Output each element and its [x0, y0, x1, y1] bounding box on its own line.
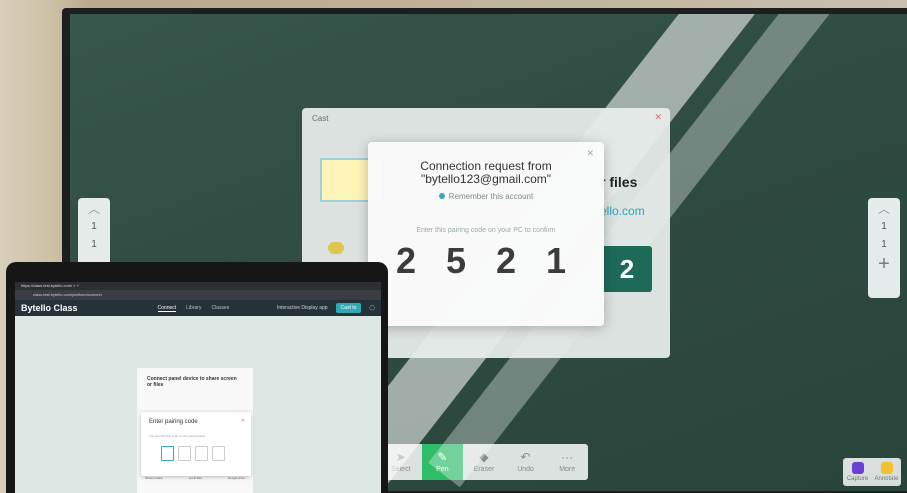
remember-account-toggle[interactable]: Remember this account — [368, 192, 604, 201]
nav-classes[interactable]: Classes — [211, 305, 229, 311]
pairing-instruction: Enter this pairing code on your PC to co… — [416, 227, 556, 234]
eraser-icon: ◆ — [479, 450, 489, 464]
cast-code-tile: 2 — [602, 246, 652, 292]
nav-library[interactable]: Library — [186, 305, 201, 311]
close-icon[interactable]: ✕ — [241, 418, 245, 424]
requester-email: "bytello123@gmail.com" — [420, 172, 552, 186]
code-digit-input[interactable] — [178, 446, 191, 461]
nav-connect[interactable]: Connect — [157, 305, 177, 312]
code-digit-input[interactable] — [161, 446, 174, 461]
cast-title: Cast — [312, 114, 329, 123]
page-total: 1 — [91, 239, 97, 250]
tool-more[interactable]: ··· More — [546, 444, 588, 480]
code-digit-input[interactable] — [212, 446, 225, 461]
page-total: 1 — [881, 239, 887, 250]
tool-pen[interactable]: ✎ Pen — [421, 444, 464, 480]
pairing-code: 2 5 2 1 — [395, 240, 577, 281]
laptop: https://class.test.bytello.com/ × + clas… — [6, 262, 388, 493]
more-icon: ··· — [561, 450, 574, 464]
pairing-code-inputs — [161, 446, 225, 461]
checkbox-icon — [438, 193, 445, 199]
bottom-toolbar: ➤ Select ✎ Pen ◆ Eraser ↶ Undo ··· More — [380, 444, 588, 480]
cast-heading: r files — [600, 174, 638, 190]
annotate-button[interactable]: Annotate — [872, 458, 901, 486]
app-header: Bytello Class Connect Library Classes In… — [15, 300, 381, 316]
app-header-right: Interactive Display app Cast to ◯ — [277, 303, 375, 313]
chevron-up-icon[interactable]: ︿ — [868, 198, 900, 218]
pairing-code-dialog: Enter pairing code ✕ You can find this c… — [141, 412, 251, 476]
chevron-up-icon[interactable]: ︿ — [78, 198, 110, 218]
file-icon — [328, 242, 344, 254]
add-page-icon[interactable]: + — [868, 254, 900, 274]
app-body: Connect panel device to share screen or … — [15, 316, 381, 493]
tool-eraser[interactable]: ◆ Eraser — [463, 444, 505, 480]
cast-to-button[interactable]: Cast to — [335, 303, 362, 313]
right-page-panel: ︿ 1 1 + — [868, 198, 900, 298]
pairing-hint: You can find this code on the panel devi… — [149, 434, 206, 438]
close-icon[interactable]: ✕ — [586, 148, 594, 159]
pairing-dialog-title: Enter pairing code — [149, 419, 198, 425]
undo-icon: ↶ — [520, 450, 531, 464]
laptop-screen: https://class.test.bytello.com/ × + clas… — [15, 282, 381, 493]
browser-tab-bar[interactable]: https://class.test.bytello.com/ × + — [15, 282, 381, 290]
page-number: 1 — [881, 221, 887, 232]
bulb-icon — [880, 462, 893, 474]
code-digit-input[interactable] — [195, 446, 208, 461]
cast-link[interactable]: ello.com — [600, 204, 645, 218]
page-number: 1 — [91, 221, 97, 232]
close-icon[interactable]: ✕ — [654, 112, 662, 123]
share-card-title: Connect panel device to share screen or … — [147, 376, 237, 388]
connection-request-dialog: ✕ Connection request from "bytello123@gm… — [368, 142, 604, 326]
user-icon[interactable]: ◯ — [369, 305, 375, 311]
address-bar[interactable]: class.test.bytello.com/platform/connect — [15, 290, 381, 300]
corner-buttons: Capture Annotate — [843, 458, 901, 486]
camera-icon — [851, 462, 864, 474]
pen-icon: ✎ — [437, 450, 448, 464]
tool-undo[interactable]: ↶ Undo — [505, 444, 547, 480]
app-logo: Bytello Class — [21, 303, 78, 313]
interactive-display-link[interactable]: Interactive Display app — [277, 305, 328, 311]
capture-button[interactable]: Capture — [843, 458, 872, 486]
